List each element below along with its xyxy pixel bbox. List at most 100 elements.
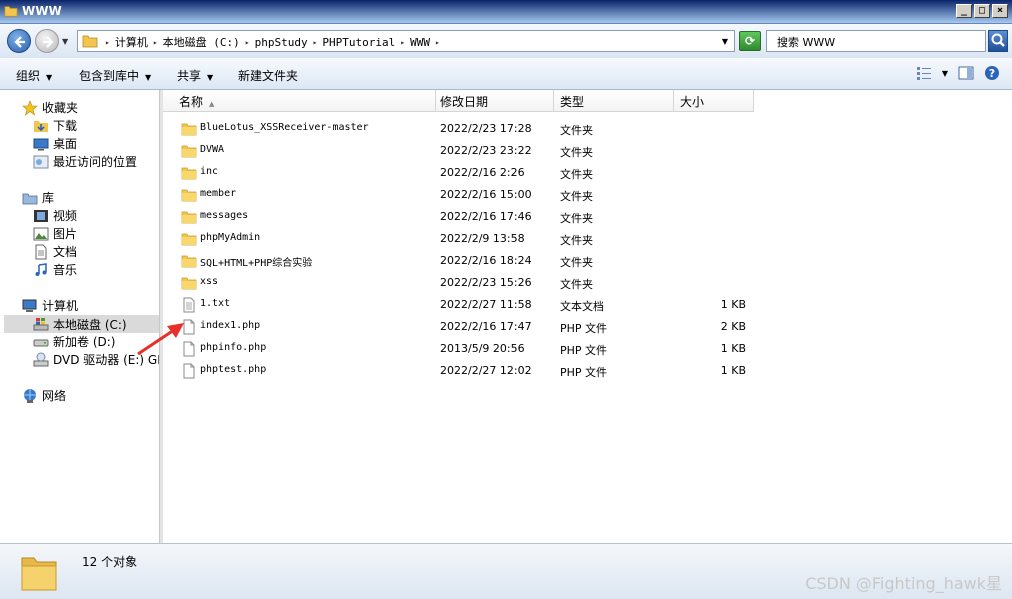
windows-drive-icon [33,318,49,331]
chevron-right-icon[interactable]: ▸ [153,38,158,47]
file-row[interactable]: phpMyAdmin 2022/2/9 13:58 文件夹 [163,228,1012,250]
sidebar-item-desktop[interactable]: 桌面 [33,135,77,152]
file-icon [183,363,195,379]
forward-button[interactable] [35,29,59,53]
details-pane: 12 个对象 CSDN @Fighting_hawk星 [0,543,1012,599]
breadcrumb-www[interactable]: WWW [410,36,430,49]
file-size: 1 KB [720,298,746,311]
recent-places-icon [33,155,49,168]
sidebar-item-label: 最近访问的位置 [53,155,138,169]
sidebar-item-documents[interactable]: 文档 [33,243,77,260]
file-name: member [200,188,237,199]
column-header-type[interactable]: 类型 [554,90,674,112]
breadcrumb-phptutorial[interactable]: PHPTutorial [322,36,395,49]
help-icon[interactable]: ? [984,65,1000,81]
star-icon [22,99,38,116]
sidebar-item-computer[interactable]: 计算机 [22,297,78,314]
item-count: 12 个对象 [82,555,138,569]
file-type: 文件夹 [560,278,593,291]
breadcrumb-local-disk[interactable]: 本地磁盘 (C:) [163,34,240,50]
search-input[interactable]: 搜索 WWW [766,30,986,52]
share-button[interactable]: 共享 ▼ [177,67,213,84]
column-header-name[interactable]: 名称 ▲ [163,90,436,112]
download-folder-icon [34,120,48,132]
chevron-right-icon[interactable]: ▸ [435,38,440,47]
sidebar-item-downloads[interactable]: 下载 [33,117,77,134]
file-row[interactable]: phptest.php 2022/2/27 12:02 PHP 文件 1 KB [163,360,1012,382]
column-header-label: 名称 [179,95,204,109]
address-bar-area: ▼ ▸ 计算机 ▸ 本地磁盘 (C:) ▸ phpStudy ▸ PHPTuto… [0,24,1012,58]
refresh-button[interactable]: ⟳ [739,31,761,51]
file-row[interactable]: phpinfo.php 2013/5/9 20:56 PHP 文件 1 KB [163,338,1012,360]
file-name: 1.txt [200,298,231,309]
breadcrumb: ▸ 计算机 ▸ 本地磁盘 (C:) ▸ phpStudy ▸ PHPTutori… [100,34,445,50]
recent-pages-dropdown-icon[interactable]: ▼ [62,37,68,46]
file-row[interactable]: 1.txt 2022/2/27 11:58 文本文档 1 KB [163,294,1012,316]
view-options-icon[interactable] [916,65,932,81]
file-type: 文件夹 [560,146,593,159]
chevron-down-icon[interactable]: ▼ [722,37,728,46]
dvd-drive-icon [33,352,49,366]
sidebar-item-pictures[interactable]: 图片 [33,225,77,242]
preview-pane-icon[interactable] [958,65,974,81]
file-type: 文件夹 [560,256,593,269]
chevron-right-icon[interactable]: ▸ [313,38,318,47]
svg-text:?: ? [989,67,995,80]
search-button[interactable] [988,30,1008,52]
sidebar-item-label: 文档 [53,245,78,259]
column-header-size[interactable]: 大小 [674,90,754,112]
sidebar-item-videos[interactable]: 视频 [33,207,77,224]
folder-icon [181,255,197,268]
sidebar-item-libraries[interactable]: 库 [22,189,54,206]
sidebar-item-label: 网络 [42,389,67,403]
file-modified-date: 2013/5/9 20:56 [440,342,525,355]
file-row[interactable]: member 2022/2/16 15:00 文件夹 [163,184,1012,206]
file-name: phpMyAdmin [200,232,261,243]
chevron-right-icon[interactable]: ▸ [245,38,250,47]
chevron-right-icon[interactable]: ▸ [400,38,405,47]
organize-button[interactable]: 组织 ▼ [16,67,52,84]
command-bar: 组织 ▼ 包含到库中 ▼ 共享 ▼ 新建文件夹 ▼ ? [0,58,1012,90]
file-name: BlueLotus_XSSReceiver-master [200,122,369,133]
folder-icon [181,211,197,224]
column-header-modified[interactable]: 修改日期 [436,90,554,112]
file-row[interactable]: SQL+HTML+PHP综合实验 2022/2/16 18:24 文件夹 [163,250,1012,272]
file-modified-date: 2022/2/23 23:22 [440,144,532,157]
folder-icon [181,233,197,246]
file-row[interactable]: xss 2022/2/23 15:26 文件夹 [163,272,1012,294]
new-folder-button[interactable]: 新建文件夹 [238,67,298,84]
file-row[interactable]: BlueLotus_XSSReceiver-master 2022/2/23 17… [163,118,1012,140]
minimize-button[interactable]: _ [956,4,972,18]
chevron-down-icon[interactable]: ▼ [942,69,948,78]
sidebar-item-network[interactable]: 网络 [22,387,66,404]
back-button[interactable] [7,29,31,53]
sidebar-item-favorites[interactable]: 收藏夹 [22,99,78,116]
file-row[interactable]: DVWA 2022/2/23 23:22 文件夹 [163,140,1012,162]
sidebar-item-label: 库 [42,191,55,205]
breadcrumb-phpstudy[interactable]: phpStudy [255,36,308,49]
close-button[interactable]: × [992,4,1008,18]
watermark: CSDN @Fighting_hawk星 [805,574,1002,593]
sidebar-item-recent-places[interactable]: 最近访问的位置 [33,153,137,170]
file-row[interactable]: inc 2022/2/16 2:26 文件夹 [163,162,1012,184]
drive-icon [33,339,49,346]
file-modified-date: 2022/2/27 12:02 [440,364,532,377]
sort-ascending-icon: ▲ [209,100,215,108]
file-type: 文件夹 [560,168,593,181]
computer-icon [22,299,37,312]
breadcrumb-computer[interactable]: 计算机 [115,34,148,50]
file-row[interactable]: index1.php 2022/2/16 17:47 PHP 文件 2 KB [163,316,1012,338]
sidebar-item-music[interactable]: 音乐 [33,261,77,278]
folder-icon [181,145,197,158]
file-type: 文件夹 [560,234,593,247]
refresh-icon: ⟳ [744,34,756,48]
maximize-button[interactable]: □ [974,4,990,18]
sidebar-item-new-volume-d[interactable]: 新加卷 (D:) [33,333,115,350]
chevron-down-icon: ▼ [207,73,214,82]
chevron-right-icon[interactable]: ▸ [105,38,110,47]
sidebar-item-label: 收藏夹 [42,101,79,115]
file-row[interactable]: messages 2022/2/16 17:46 文件夹 [163,206,1012,228]
include-in-library-button[interactable]: 包含到库中 ▼ [79,67,151,84]
file-modified-date: 2022/2/9 13:58 [440,232,525,245]
address-input[interactable]: ▸ 计算机 ▸ 本地磁盘 (C:) ▸ phpStudy ▸ PHPTutori… [77,30,735,52]
